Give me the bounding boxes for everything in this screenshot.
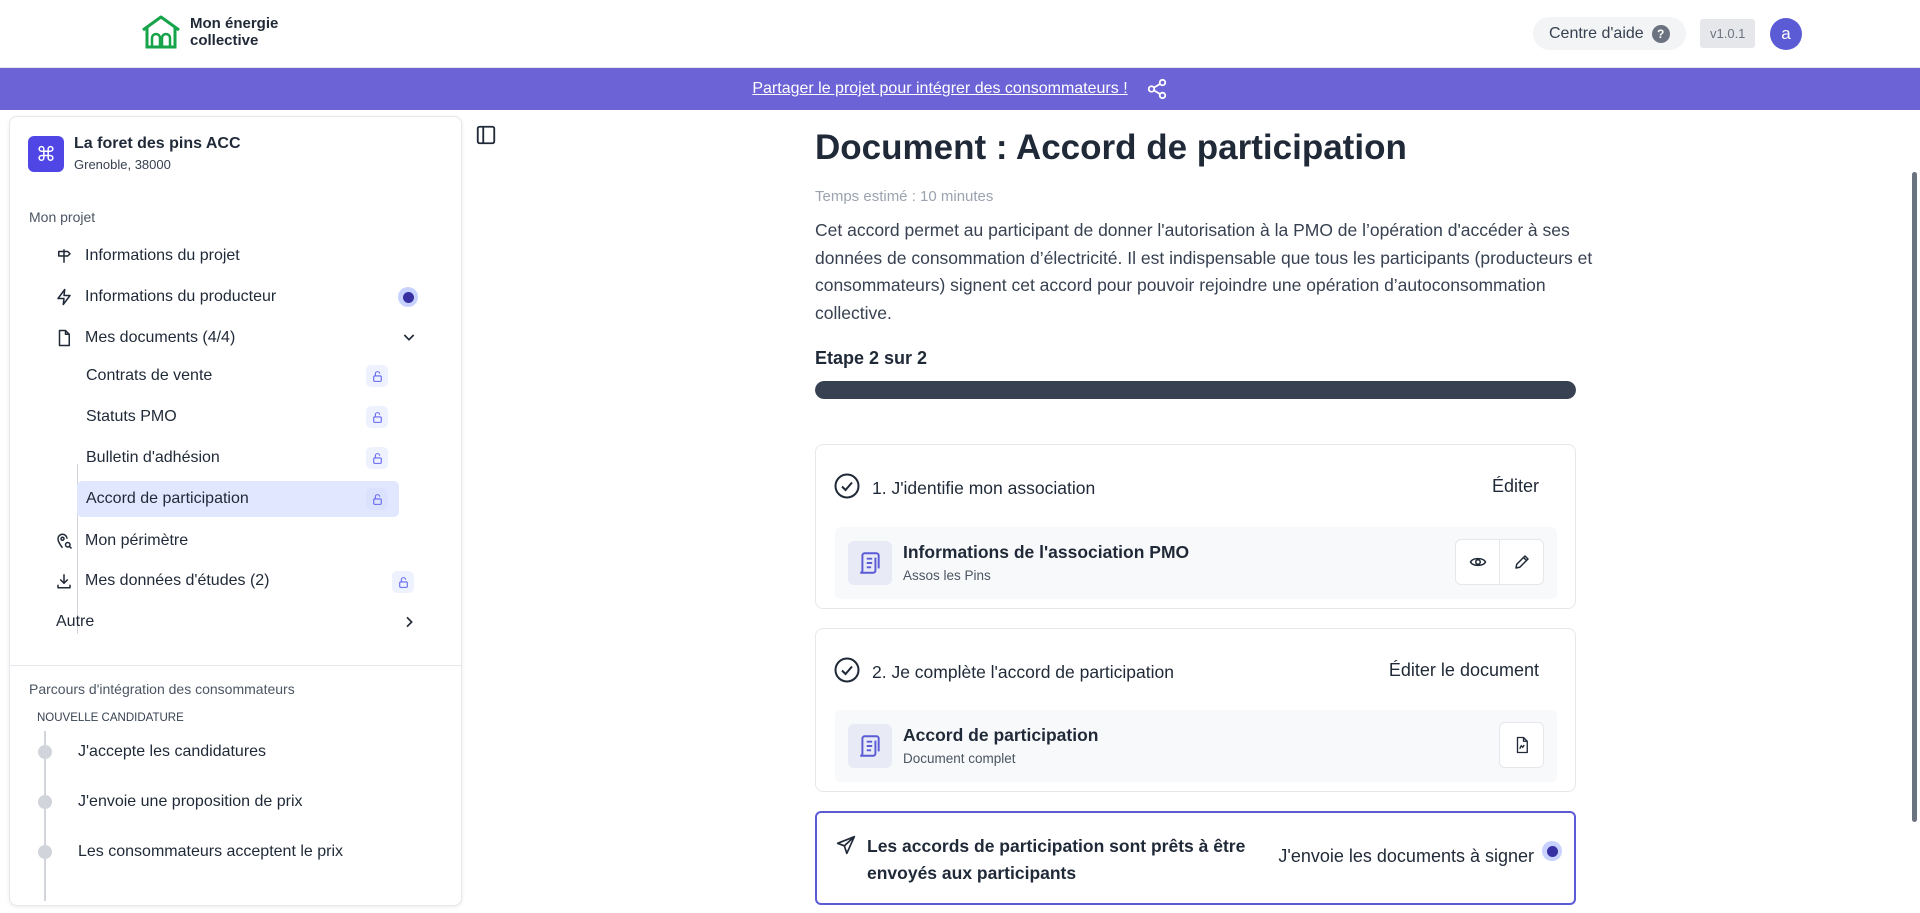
document-title: Accord de participation <box>903 725 1099 745</box>
sidebar-item-project-info[interactable]: Informations du projet <box>55 239 240 273</box>
sidebar-item-label: Mon périmètre <box>85 532 189 549</box>
step-card-agreement: 2. Je complète l'accord de participation… <box>815 628 1576 792</box>
document-item-label: Statuts PMO <box>86 408 177 425</box>
send-message: Les accords de participation sont prêts … <box>867 836 1246 883</box>
pdf-download-button[interactable] <box>1499 722 1544 768</box>
progress-bar <box>815 381 1576 399</box>
top-header: Mon énergie collective Centre d'aide ? v… <box>0 0 1920 68</box>
document-item-participation-agreement[interactable]: Accord de participation <box>77 481 399 517</box>
sidebar-item-label: Informations du producteur <box>85 288 277 305</box>
card-title: 2. Je complète l'accord de participation <box>872 662 1174 682</box>
timeline-dot <box>38 745 52 759</box>
page-scrollbar[interactable] <box>1912 172 1917 822</box>
sidebar-item-study-data[interactable]: Mes données d'études (2) <box>55 564 270 598</box>
app-logo[interactable]: Mon énergie collective <box>140 14 278 50</box>
notification-dot <box>398 287 418 307</box>
pencil-icon <box>1514 555 1529 569</box>
document-item-label: Bulletin d'adhésion <box>86 449 220 466</box>
card-title: 1. J'identifie mon association <box>872 478 1096 498</box>
document-item-label: Accord de participation <box>86 490 249 507</box>
file-icon <box>58 329 70 347</box>
sidebar-item-label: Mes documents (4/4) <box>85 329 236 346</box>
step-indicator: Etape 2 sur 2 <box>815 348 928 368</box>
share-project-link[interactable]: Partager le projet pour intégrer des con… <box>752 80 1127 98</box>
project-name[interactable]: La foret des pins ACC <box>74 135 241 153</box>
timeline-dot <box>38 845 52 859</box>
check-circle-icon <box>834 473 860 504</box>
map-pin-icon <box>57 533 73 550</box>
send-documents-button[interactable]: J'envoie les documents à signer <box>1278 846 1534 867</box>
sidebar-item-documents[interactable]: Mes documents (4/4) <box>55 321 235 355</box>
scroll-icon <box>848 724 892 768</box>
chevron-down-icon[interactable] <box>401 329 417 345</box>
sidebar-item-label: Mes données d'études (2) <box>85 572 270 589</box>
version-badge: v1.0.1 <box>1700 19 1756 48</box>
onboarding-step[interactable]: J'accepte les candidatures <box>78 743 266 761</box>
send-icon <box>836 835 856 855</box>
document-row: Accord de participation Document complet <box>835 710 1557 782</box>
document-subtitle: Document complet <box>903 751 1016 766</box>
eye-icon <box>1469 557 1486 567</box>
document-subtitle: Assos les Pins <box>903 568 991 583</box>
file-signature-icon <box>1516 736 1528 754</box>
progress-fill <box>815 381 1576 399</box>
divider <box>10 665 461 666</box>
lock-icon <box>366 365 388 387</box>
share-banner: Partager le projet pour intégrer des con… <box>0 68 1920 110</box>
edit-pencil-button[interactable] <box>1499 539 1544 585</box>
page-description: Cet accord permet au participant de donn… <box>815 220 1593 323</box>
new-application-label: NOUVELLE CANDIDATURE <box>37 712 184 724</box>
send-documents-card: Les accords de participation sont prêts … <box>815 811 1576 905</box>
project-location: Grenoble, 38000 <box>74 157 171 172</box>
document-item-pmo-statutes[interactable]: Statuts PMO <box>77 399 399 435</box>
sidebar-item-perimeter[interactable]: Mon périmètre <box>55 524 188 558</box>
section-my-project: Mon projet <box>29 209 96 225</box>
lightning-icon <box>57 288 71 306</box>
section-onboarding: Parcours d'intégration des consommateurs <box>29 681 295 697</box>
sidebar-item-label: Informations du projet <box>85 247 240 264</box>
sidebar-item-label: Autre <box>56 613 95 630</box>
sidebar-item-producer-info[interactable]: Informations du producteur <box>55 280 276 314</box>
signpost-icon <box>58 249 71 263</box>
download-icon <box>57 574 71 589</box>
document-item-label: Contrats de vente <box>86 367 213 384</box>
step-card-association: 1. J'identifie mon association Éditer In… <box>815 444 1576 609</box>
document-title: Informations de l'association PMO <box>903 542 1190 562</box>
onboarding-step[interactable]: Les consommateurs acceptent le prix <box>78 843 343 861</box>
project-icon: ⌘ <box>28 136 64 172</box>
help-icon: ? <box>1651 24 1670 43</box>
check-circle-icon <box>834 657 860 688</box>
sidebar-toggle-icon[interactable] <box>475 124 497 146</box>
scroll-icon <box>848 541 892 585</box>
lock-icon <box>366 488 388 510</box>
timeline-dot <box>38 795 52 809</box>
lock-icon <box>392 571 414 593</box>
logo-line-1: Mon énergie <box>190 15 279 32</box>
page-title: Document : Accord de participation <box>815 128 1407 167</box>
onboarding-step[interactable]: J'envoie une proposition de prix <box>78 793 303 811</box>
lock-icon <box>366 406 388 428</box>
sidebar: ⌘ La foret des pins ACC Grenoble, 38000 … <box>9 116 462 906</box>
user-avatar[interactable]: a <box>1770 18 1802 50</box>
notification-dot <box>1542 841 1562 861</box>
logo-line-2: collective <box>190 32 259 49</box>
document-row: Informations de l'association PMO Assos … <box>835 527 1557 599</box>
estimated-time: Temps estimé : 10 minutes <box>815 188 994 205</box>
edit-button[interactable]: Éditer <box>1492 476 1539 497</box>
chevron-right-icon[interactable] <box>401 614 417 630</box>
lock-icon <box>366 447 388 469</box>
edit-document-button[interactable]: Éditer le document <box>1389 660 1539 681</box>
help-center-button[interactable]: Centre d'aide ? <box>1533 17 1686 50</box>
sidebar-item-other[interactable]: Autre <box>56 605 94 639</box>
help-label: Centre d'aide <box>1549 24 1644 42</box>
document-item-membership-form[interactable]: Bulletin d'adhésion <box>77 440 399 476</box>
document-item-sales-contracts[interactable]: Contrats de vente <box>77 358 399 394</box>
share-icon[interactable] <box>1146 78 1168 100</box>
house-logo-icon <box>142 15 180 49</box>
view-button[interactable] <box>1455 539 1500 585</box>
